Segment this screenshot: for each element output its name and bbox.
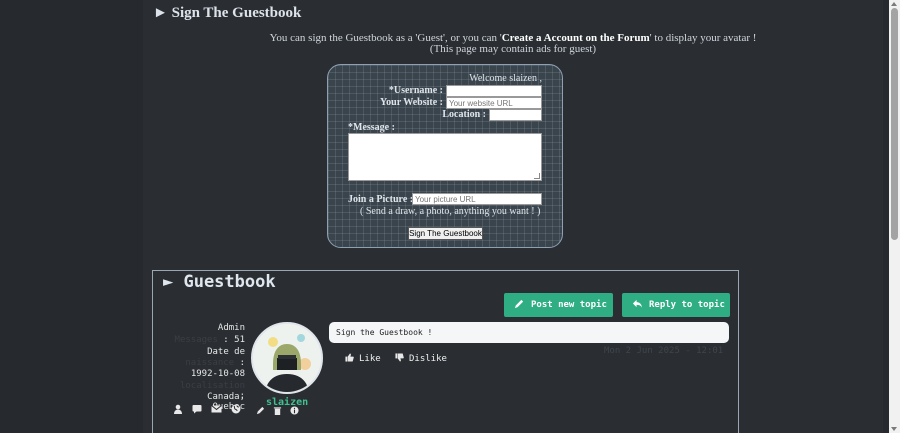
reply-to-topic-label: Reply to topic <box>649 300 725 310</box>
private-message-icon[interactable] <box>192 404 202 417</box>
delete-trash-icon[interactable] <box>273 406 282 418</box>
username-input[interactable] <box>446 85 542 97</box>
location-input[interactable] <box>489 109 542 121</box>
dislike-button[interactable]: Dislike <box>395 353 447 365</box>
post-moderation-icons <box>256 406 299 418</box>
location-label: Location : <box>442 109 486 120</box>
dislike-label: Dislike <box>409 354 447 364</box>
reply-icon <box>632 298 643 312</box>
intro-ads-note: (This page may contain ads for guest) <box>429 43 597 55</box>
website-globe-icon[interactable] <box>231 404 241 417</box>
website-input[interactable]: Your website URL <box>446 97 542 109</box>
location-key: localisation <box>179 381 245 391</box>
info-icon[interactable] <box>290 406 299 418</box>
sign-guestbook-button[interactable]: Sign The Guestbook <box>408 227 483 240</box>
like-label: Like <box>359 354 381 364</box>
post-new-topic-button[interactable]: Post new topic <box>504 293 613 317</box>
birth-key: naissance <box>185 358 235 368</box>
post-new-topic-label: Post new topic <box>531 300 607 310</box>
profile-icon[interactable] <box>173 404 183 417</box>
birth-key-line1: Date de <box>207 347 245 357</box>
user-avatar <box>251 322 323 394</box>
scroll-down-arrow-icon[interactable] <box>891 427 897 431</box>
reply-to-topic-button[interactable]: Reply to topic <box>622 293 730 317</box>
scroll-up-arrow-icon[interactable] <box>891 2 897 6</box>
vertical-scrollbar[interactable] <box>889 0 900 433</box>
guestbook-form: Welcome slaizen , *Username : Your Websi… <box>327 64 563 248</box>
guestbook-section: ► Guestbook Post new topic Reply to topi… <box>152 270 739 433</box>
post-messages-count: Messages : 51 <box>174 335 245 345</box>
message-label: *Message : <box>348 122 395 133</box>
birth-key-line2: naissance : <box>185 358 245 368</box>
picture-hint: ( Send a draw, a photo, anything you wan… <box>360 206 541 217</box>
thumbs-down-icon <box>395 353 404 365</box>
picture-input[interactable]: Your picture URL <box>412 193 542 205</box>
scrollbar-thumb[interactable] <box>891 8 898 240</box>
welcome-text: Welcome slaizen , <box>469 73 542 84</box>
username-label: *Username : <box>388 85 443 96</box>
edit-pencil-icon[interactable] <box>256 406 265 418</box>
post-author-role: Admin <box>217 323 245 333</box>
like-button[interactable]: Like <box>345 353 381 365</box>
thumbs-up-icon <box>345 353 354 365</box>
sign-guestbook-title: ► Sign The Guestbook <box>153 5 302 21</box>
profile-action-icons <box>173 404 241 417</box>
post-date: Mon 2 Jun 2025 - 12:01 <box>604 346 724 356</box>
birth-date-value: 1992-10-08 <box>190 369 245 379</box>
post-message-body: Sign the Guestbook ! <box>329 322 729 343</box>
messages-value: 51 <box>234 335 245 345</box>
email-icon[interactable] <box>211 404 222 417</box>
messages-key: Messages <box>174 335 218 345</box>
picture-label: Join a Picture : <box>348 194 414 205</box>
website-label: Your Website : <box>380 97 443 108</box>
message-textarea[interactable] <box>348 133 542 181</box>
guestbook-title: ► Guestbook <box>163 272 276 292</box>
pencil-icon <box>514 298 525 312</box>
